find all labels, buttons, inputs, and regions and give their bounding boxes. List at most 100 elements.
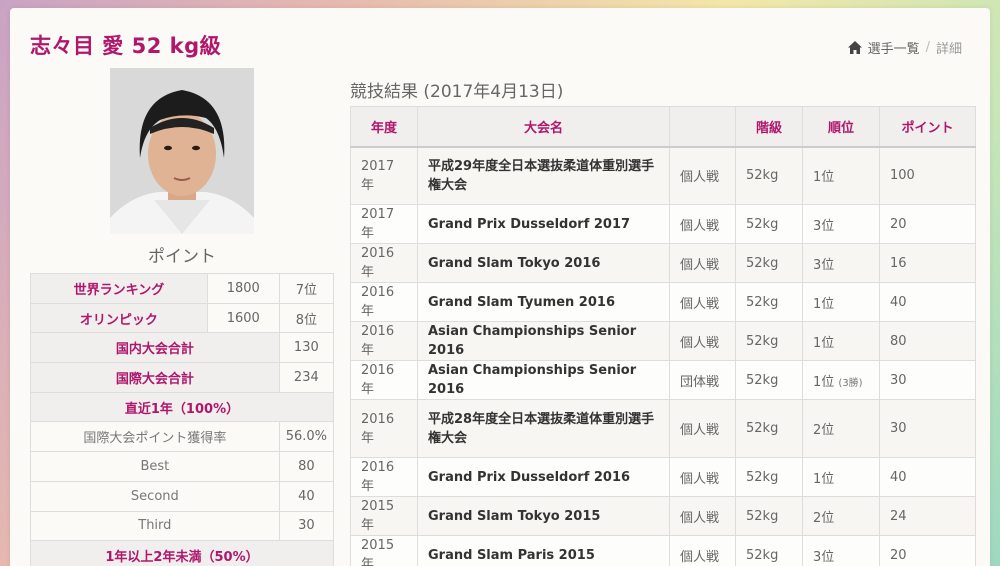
result-points: 40 — [879, 282, 976, 322]
result-weight: 52kg — [735, 535, 803, 566]
ranking-row-world: 世界ランキング 1800 7位 — [30, 273, 335, 304]
recent-label: 国際大会ポイント獲得率 — [30, 421, 280, 453]
result-points: 20 — [879, 204, 976, 244]
player-photo — [110, 68, 254, 234]
result-event-name: Asian Championships Senior 2016 — [417, 321, 670, 361]
ranking-position: 8位 — [278, 302, 335, 334]
home-icon[interactable] — [847, 41, 862, 54]
result-event-name: Grand Slam Tokyo 2015 — [417, 496, 670, 536]
result-points: 30 — [879, 360, 976, 400]
result-type: 個人戦 — [669, 204, 736, 244]
page-title: 志々目 愛 52 kg級 — [30, 34, 222, 58]
result-rank: 3位 — [802, 204, 880, 244]
result-rank-value: 1位 — [813, 471, 835, 487]
result-weight: 52kg — [735, 321, 803, 361]
result-weight: 52kg — [735, 496, 803, 536]
result-points: 80 — [879, 321, 976, 361]
result-type: 個人戦 — [669, 282, 736, 322]
result-row: 2017年 平成29年度全日本選抜柔道体重別選手権大会 個人戦 52kg 1位 100 — [350, 146, 976, 205]
result-event-name: Grand Slam Paris 2015 — [417, 535, 670, 566]
result-rank-value: 2位 — [813, 423, 835, 438]
result-rank-value: 3位 — [813, 549, 835, 565]
results-table: 年度 大会名 階級 順位 ポイント 2017年 平成29年度全日本選抜柔道体重別選… — [350, 106, 976, 566]
breadcrumb-player-list-link[interactable]: 選手一覧 — [868, 38, 920, 57]
ranking-position: 7位 — [278, 273, 335, 304]
recent-label: Best — [30, 451, 280, 482]
ranking-label: オリンピック — [30, 302, 208, 334]
total-value: 130 — [278, 332, 335, 364]
result-row: 2016年 Asian Championships Senior 2016 団体戦 5… — [350, 360, 976, 400]
result-type: 個人戦 — [669, 535, 736, 566]
column-header-year: 年度 — [350, 106, 418, 148]
recent-row: Best 80 — [30, 451, 335, 482]
column-header-rank: 順位 — [802, 106, 880, 148]
points-label: ポイント — [148, 247, 216, 267]
result-event-name: Grand Prix Dusseldorf 2017 — [417, 204, 670, 244]
recent-section-title: 直近1年（100%） — [30, 391, 334, 423]
points-table: 世界ランキング 1800 7位 オリンピック 1600 8位 国内大会合計 13… — [30, 273, 335, 566]
result-points: 16 — [879, 243, 976, 283]
result-row: 2017年 Grand Prix Dusseldorf 2017 個人戦 52kg 3位… — [350, 204, 976, 244]
result-row: 2016年 Grand Slam Tyumen 2016 個人戦 52kg 1位 40 — [350, 282, 976, 322]
result-rank: 1位 — [802, 282, 880, 322]
result-row: 2015年 Grand Slam Tokyo 2015 個人戦 52kg 2位 24 — [350, 496, 976, 536]
recent-section-header: 直近1年（100%） — [30, 391, 334, 423]
total-row-international: 国際大会合計 234 — [30, 362, 335, 393]
column-header-points: ポイント — [879, 106, 976, 148]
result-row: 2016年 平成28年度全日本選抜柔道体重別選手権大会 個人戦 52kg 2位 30 — [350, 399, 976, 458]
result-type: 個人戦 — [669, 496, 736, 536]
result-event-name: Asian Championships Senior 2016 — [417, 360, 670, 400]
result-rank: 2位 — [802, 496, 880, 536]
older-section-header: 1年以上2年未満（50%） — [30, 540, 334, 566]
total-label: 国際大会合計 — [30, 362, 280, 393]
recent-label: Third — [30, 510, 280, 542]
result-row: 2016年 Grand Prix Dusseldorf 2016 個人戦 52kg 1位… — [350, 457, 976, 497]
result-rank-value: 1位 — [813, 296, 835, 312]
result-event-name: Grand Slam Tyumen 2016 — [417, 282, 670, 322]
result-row: 2016年 Grand Slam Tokyo 2016 個人戦 52kg 3位 16 — [350, 243, 976, 283]
result-type: 個人戦 — [669, 321, 736, 361]
ranking-points: 1600 — [206, 302, 280, 334]
recent-row: Third 30 — [30, 510, 335, 542]
result-event-name: Grand Prix Dusseldorf 2016 — [417, 457, 670, 497]
result-event-name: 平成28年度全日本選抜柔道体重別選手権大会 — [417, 399, 670, 458]
recent-row: 国際大会ポイント獲得率 56.0% — [30, 421, 335, 453]
result-weight: 52kg — [735, 204, 803, 244]
result-rank: 1位 — [802, 457, 880, 497]
result-year: 2017年 — [350, 146, 418, 205]
result-event-name: 平成29年度全日本選抜柔道体重別選手権大会 — [417, 146, 670, 205]
results-header-row: 年度 大会名 階級 順位 ポイント — [350, 106, 976, 148]
total-label: 国内大会合計 — [30, 332, 280, 364]
result-weight: 52kg — [735, 457, 803, 497]
result-year: 2015年 — [350, 496, 418, 536]
breadcrumb: 選手一覧 / 詳細 — [847, 38, 962, 57]
result-rank-value: 1位 — [813, 374, 835, 390]
result-year: 2016年 — [350, 457, 418, 497]
results-body: 2017年 平成29年度全日本選抜柔道体重別選手権大会 個人戦 52kg 1位 100 20… — [350, 146, 976, 566]
recent-row: Second 40 — [30, 480, 335, 512]
breadcrumb-current: 詳細 — [935, 42, 962, 57]
result-type: 団体戦 — [669, 360, 736, 400]
result-year: 2015年 — [350, 535, 418, 566]
result-year: 2016年 — [350, 360, 418, 400]
result-rank-value: 1位 — [813, 335, 835, 351]
result-year: 2016年 — [350, 243, 418, 283]
result-rank: 1位 — [802, 146, 880, 205]
result-points: 40 — [879, 457, 976, 497]
result-type: 個人戦 — [669, 399, 736, 458]
column-header-type — [669, 106, 736, 148]
recent-label: Second — [30, 480, 280, 512]
result-weight: 52kg — [735, 399, 803, 458]
breadcrumb-separator: / — [925, 40, 930, 55]
result-rank: 1位 — [802, 321, 880, 361]
result-type: 個人戦 — [669, 243, 736, 283]
result-weight: 52kg — [735, 282, 803, 322]
result-points: 24 — [879, 496, 976, 536]
recent-value: 56.0% — [278, 421, 335, 453]
result-event-name: Grand Slam Tokyo 2016 — [417, 243, 670, 283]
column-header-event: 大会名 — [417, 106, 670, 148]
result-rank-value: 2位 — [813, 510, 835, 526]
result-points: 100 — [879, 146, 976, 205]
result-rank-value: 3位 — [813, 257, 835, 273]
recent-value: 80 — [278, 451, 335, 482]
